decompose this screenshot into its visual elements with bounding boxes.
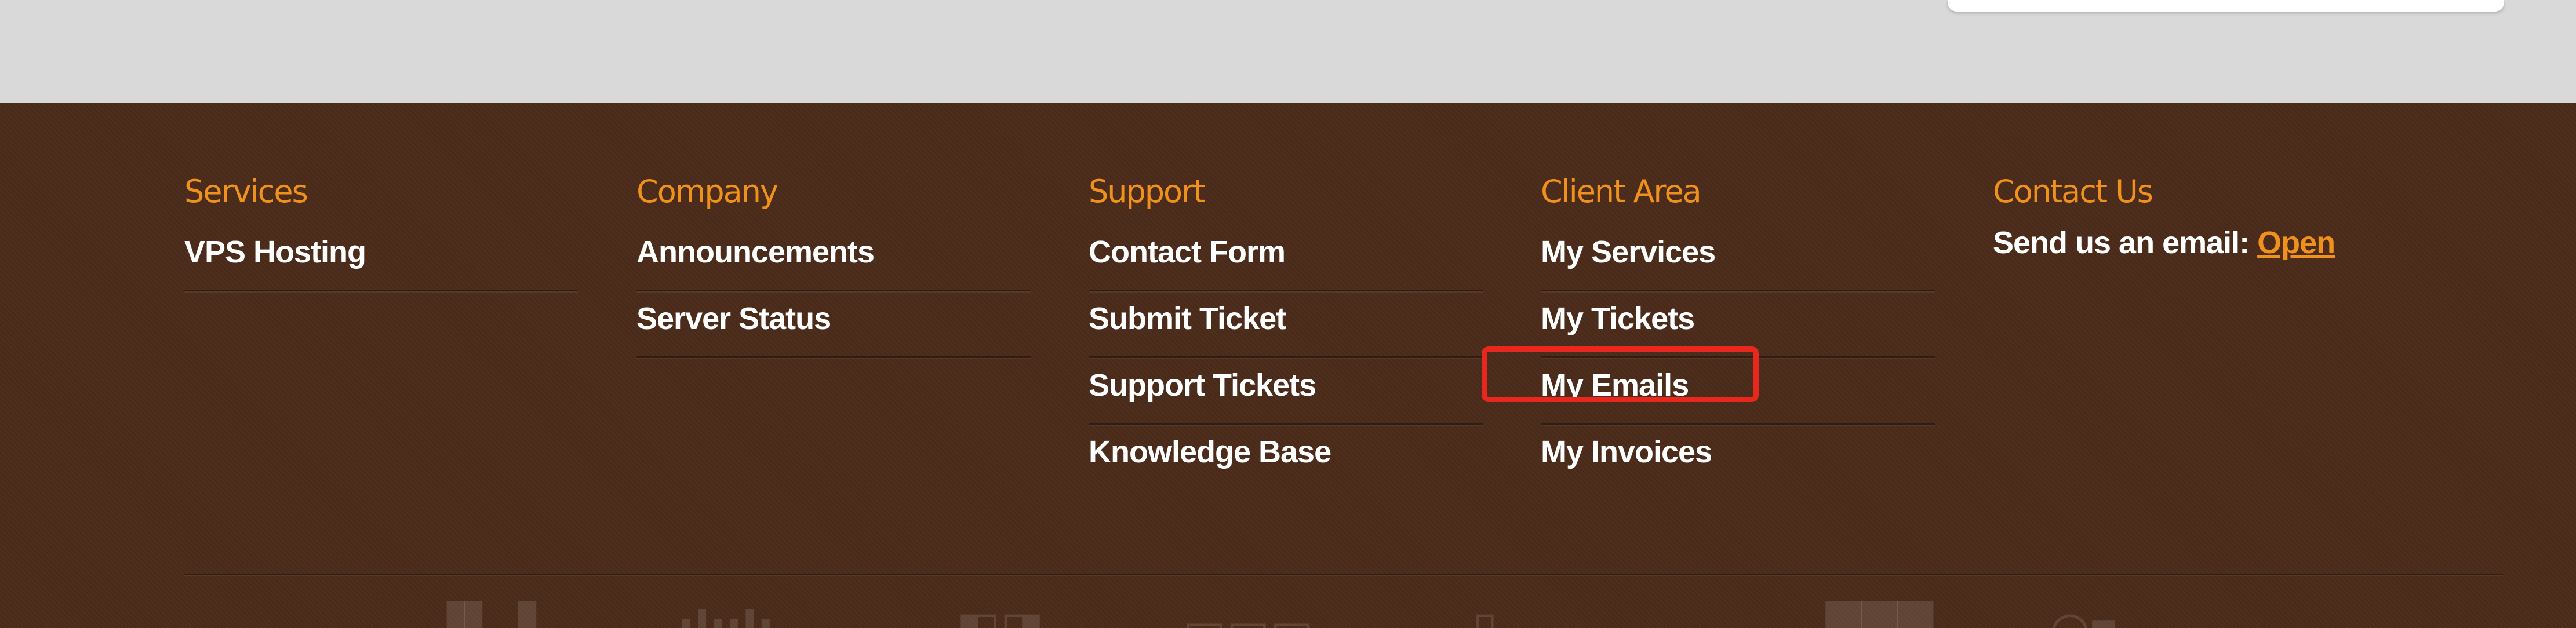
footer-column-support: Support Contact Form Submit Ticket Suppo…: [1089, 171, 1483, 491]
link-announcements[interactable]: Announcements: [636, 234, 875, 270]
link-my-invoices[interactable]: My Invoices: [1541, 434, 1712, 470]
content-card-bottom: [1948, 0, 2504, 12]
company-links: Announcements Server Status: [636, 225, 1031, 358]
partner-logos-strip: ▞▚▞ ılıılı ◧◨ ▭▭▭ ▯ ▀▀▀ ◜◝▪: [0, 601, 2576, 628]
column-title-client-area: Client Area: [1541, 173, 1702, 210]
page: Services VPS Hosting Company Announcemen…: [0, 0, 2576, 628]
list-item: Server Status: [636, 291, 1031, 358]
highlight-box-my-services: [1482, 346, 1759, 402]
link-support-tickets[interactable]: Support Tickets: [1089, 367, 1316, 403]
list-item: Submit Ticket: [1089, 291, 1483, 358]
link-my-services[interactable]: My Services: [1541, 234, 1716, 270]
footer-column-contact-us: Contact Us Send us an email: Open: [1993, 171, 2515, 261]
list-item: VPS Hosting: [184, 225, 578, 291]
column-title-support: Support: [1089, 173, 1205, 210]
column-title-contact-us: Contact Us: [1993, 173, 2153, 210]
top-content-area: [0, 0, 2576, 103]
list-item: My Services: [1541, 225, 1935, 291]
footer-divider: [184, 574, 2503, 575]
partner-logo-4-icon: ▭▭▭: [1183, 601, 1314, 628]
link-server-status[interactable]: Server Status: [636, 301, 831, 337]
contact-email-label: Send us an email:: [1993, 225, 2250, 260]
contact-email-line: Send us an email: Open: [1993, 225, 2515, 261]
link-my-tickets[interactable]: My Tickets: [1541, 301, 1695, 337]
column-title-company: Company: [636, 173, 778, 210]
support-links: Contact Form Submit Ticket Support Ticke…: [1089, 225, 1483, 491]
link-submit-ticket[interactable]: Submit Ticket: [1089, 301, 1286, 337]
column-title-services: Services: [184, 173, 308, 210]
partner-logo-7-icon: ◜◝▪: [2052, 601, 2119, 628]
list-item: Announcements: [636, 225, 1031, 291]
partner-logo-3-icon: ◧◨: [956, 601, 1044, 628]
link-knowledge-base[interactable]: Knowledge Base: [1089, 434, 1331, 470]
site-footer: Services VPS Hosting Company Announcemen…: [0, 103, 2576, 628]
list-item: Support Tickets: [1089, 358, 1483, 425]
partner-logo-2-icon: ılıılı: [678, 601, 774, 628]
list-item: My Invoices: [1541, 425, 1935, 491]
link-contact-form[interactable]: Contact Form: [1089, 234, 1286, 270]
open-email-link[interactable]: Open: [2257, 225, 2335, 260]
partner-logo-5-icon: ▯: [1472, 601, 1498, 628]
list-item: Contact Form: [1089, 225, 1483, 291]
list-item: Knowledge Base: [1089, 425, 1483, 491]
services-links: VPS Hosting: [184, 225, 578, 291]
footer-column-client-area: Client Area My Services My Tickets My Em…: [1541, 171, 1935, 491]
footer-column-services: Services VPS Hosting: [184, 171, 578, 291]
partner-logo-6-icon: ▀▀▀: [1826, 601, 1933, 628]
footer-column-company: Company Announcements Server Status: [636, 171, 1031, 358]
link-vps-hosting[interactable]: VPS Hosting: [184, 234, 366, 270]
partner-logo-1-icon: ▞▚▞: [429, 601, 536, 628]
